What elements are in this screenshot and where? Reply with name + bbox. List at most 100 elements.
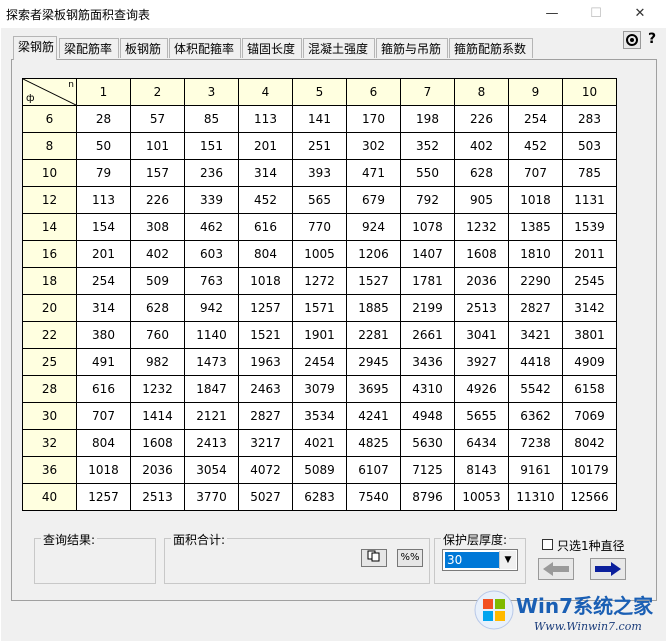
area-cell[interactable]: 314 xyxy=(76,294,131,322)
tab-stirrup-hanger[interactable]: 箍筋与吊筋 xyxy=(376,38,448,58)
area-cell[interactable]: 151 xyxy=(184,132,239,160)
column-header-cell[interactable]: 6 xyxy=(346,78,401,106)
copy-button[interactable] xyxy=(361,549,387,567)
area-cell[interactable]: 1810 xyxy=(508,240,563,268)
area-cell[interactable]: 3421 xyxy=(508,321,563,349)
column-header-cell[interactable]: 5 xyxy=(292,78,347,106)
area-cell[interactable]: 314 xyxy=(238,159,293,187)
area-cell[interactable]: 201 xyxy=(76,240,131,268)
row-header-cell[interactable]: 16 xyxy=(22,240,77,268)
row-header-cell[interactable]: 25 xyxy=(22,348,77,376)
area-cell[interactable]: 2945 xyxy=(346,348,401,376)
area-cell[interactable]: 3770 xyxy=(184,483,239,511)
area-cell[interactable]: 1005 xyxy=(292,240,347,268)
close-button[interactable]: ✕ xyxy=(622,4,658,24)
area-cell[interactable]: 924 xyxy=(346,213,401,241)
row-header-cell[interactable]: 32 xyxy=(22,429,77,457)
column-header-cell[interactable]: 7 xyxy=(400,78,455,106)
area-cell[interactable]: 8042 xyxy=(562,429,617,457)
area-cell[interactable]: 9161 xyxy=(508,456,563,484)
area-cell[interactable]: 628 xyxy=(130,294,185,322)
area-cell[interactable]: 254 xyxy=(76,267,131,295)
area-cell[interactable]: 302 xyxy=(346,132,401,160)
area-cell[interactable]: 3079 xyxy=(292,375,347,403)
area-cell[interactable]: 452 xyxy=(508,132,563,160)
area-cell[interactable]: 79 xyxy=(76,159,131,187)
area-cell[interactable]: 7125 xyxy=(400,456,455,484)
area-cell[interactable]: 1847 xyxy=(184,375,239,403)
area-cell[interactable]: 707 xyxy=(76,402,131,430)
area-cell[interactable]: 2545 xyxy=(562,267,617,295)
row-header-cell[interactable]: 10 xyxy=(22,159,77,187)
area-cell[interactable]: 10179 xyxy=(562,456,617,484)
area-cell[interactable]: 2281 xyxy=(346,321,401,349)
tab-concrete-strength[interactable]: 混凝土强度 xyxy=(303,38,375,58)
area-cell[interactable]: 2011 xyxy=(562,240,617,268)
area-cell[interactable]: 6434 xyxy=(454,429,509,457)
area-cell[interactable]: 157 xyxy=(130,159,185,187)
area-cell[interactable]: 763 xyxy=(184,267,239,295)
area-cell[interactable]: 1018 xyxy=(508,186,563,214)
area-cell[interactable]: 792 xyxy=(400,186,455,214)
area-cell[interactable]: 6283 xyxy=(292,483,347,511)
area-cell[interactable]: 1206 xyxy=(346,240,401,268)
percent-button[interactable]: %% xyxy=(397,549,423,567)
area-cell[interactable]: 2121 xyxy=(184,402,239,430)
row-header-cell[interactable]: 40 xyxy=(22,483,77,511)
area-cell[interactable]: 491 xyxy=(76,348,131,376)
area-cell[interactable]: 85 xyxy=(184,105,239,133)
area-cell[interactable]: 339 xyxy=(184,186,239,214)
area-cell[interactable]: 2827 xyxy=(508,294,563,322)
area-cell[interactable]: 7238 xyxy=(508,429,563,457)
area-cell[interactable]: 1901 xyxy=(292,321,347,349)
area-cell[interactable]: 8143 xyxy=(454,456,509,484)
area-cell[interactable]: 503 xyxy=(562,132,617,160)
area-cell[interactable]: 1414 xyxy=(130,402,185,430)
area-cell[interactable]: 4310 xyxy=(400,375,455,403)
area-cell[interactable]: 1885 xyxy=(346,294,401,322)
area-cell[interactable]: 5089 xyxy=(292,456,347,484)
area-cell[interactable]: 1232 xyxy=(454,213,509,241)
area-cell[interactable]: 1527 xyxy=(346,267,401,295)
area-cell[interactable]: 10053 xyxy=(454,483,509,511)
column-header-cell[interactable]: 2 xyxy=(130,78,185,106)
area-cell[interactable]: 402 xyxy=(454,132,509,160)
column-header-cell[interactable]: 3 xyxy=(184,78,239,106)
single-diameter-checkbox[interactable] xyxy=(542,539,553,550)
area-cell[interactable]: 760 xyxy=(130,321,185,349)
maximize-button[interactable]: ☐ xyxy=(578,4,614,24)
area-cell[interactable]: 4241 xyxy=(346,402,401,430)
row-header-cell[interactable]: 22 xyxy=(22,321,77,349)
area-cell[interactable]: 2513 xyxy=(454,294,509,322)
cover-thickness-select[interactable]: 30 ▼ xyxy=(442,549,518,571)
chevron-down-icon[interactable]: ▼ xyxy=(499,551,516,569)
area-cell[interactable]: 1608 xyxy=(130,429,185,457)
area-cell[interactable]: 3927 xyxy=(454,348,509,376)
area-cell[interactable]: 3142 xyxy=(562,294,617,322)
area-cell[interactable]: 6362 xyxy=(508,402,563,430)
tab-volume-stirrup-ratio[interactable]: 体积配箍率 xyxy=(169,38,241,58)
area-cell[interactable]: 7540 xyxy=(346,483,401,511)
row-header-cell[interactable]: 30 xyxy=(22,402,77,430)
area-cell[interactable]: 154 xyxy=(76,213,131,241)
column-header-cell[interactable]: 10 xyxy=(562,78,617,106)
row-header-cell[interactable]: 20 xyxy=(22,294,77,322)
area-cell[interactable]: 5630 xyxy=(400,429,455,457)
area-cell[interactable]: 3695 xyxy=(346,375,401,403)
area-cell[interactable]: 2463 xyxy=(238,375,293,403)
area-cell[interactable]: 905 xyxy=(454,186,509,214)
pin-icon[interactable] xyxy=(623,31,641,49)
tab-stirrup-coefficient[interactable]: 箍筋配筋系数 xyxy=(449,38,533,58)
area-cell[interactable]: 141 xyxy=(292,105,347,133)
area-cell[interactable]: 471 xyxy=(346,159,401,187)
area-cell[interactable]: 982 xyxy=(130,348,185,376)
area-cell[interactable]: 4021 xyxy=(292,429,347,457)
area-cell[interactable]: 942 xyxy=(184,294,239,322)
area-cell[interactable]: 7069 xyxy=(562,402,617,430)
area-cell[interactable]: 11310 xyxy=(508,483,563,511)
column-header-cell[interactable]: 1 xyxy=(76,78,131,106)
area-cell[interactable]: 226 xyxy=(130,186,185,214)
area-cell[interactable]: 4825 xyxy=(346,429,401,457)
area-cell[interactable]: 2199 xyxy=(400,294,455,322)
row-header-cell[interactable]: 6 xyxy=(22,105,77,133)
